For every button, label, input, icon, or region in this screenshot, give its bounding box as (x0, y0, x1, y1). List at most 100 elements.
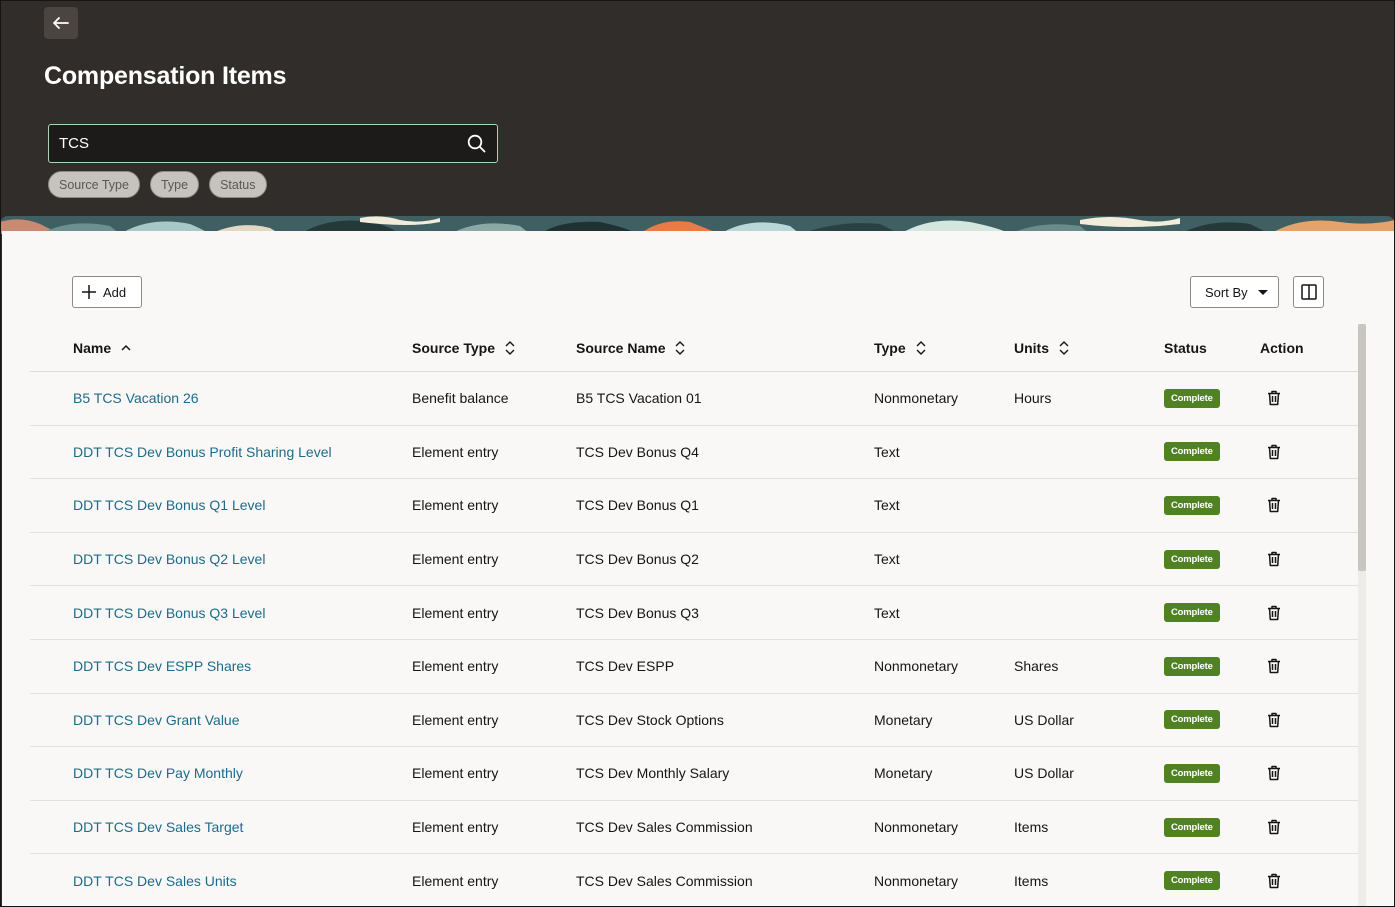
table-row: DDT TCS Dev Bonus Q1 Level Element entry T… (30, 479, 1358, 533)
status-cell: Complete (1164, 586, 1220, 639)
action-cell (1267, 586, 1281, 639)
column-header-source-type[interactable]: Source Type (412, 324, 515, 372)
units-cell: US Dollar (1014, 711, 1074, 728)
filter-chip-source-type[interactable]: Source Type (48, 171, 140, 198)
type-cell: Text (874, 604, 900, 621)
trash-icon[interactable] (1267, 551, 1281, 567)
type-cell: Nonmonetary (874, 872, 959, 889)
item-name-link[interactable]: DDT TCS Dev Sales Target (73, 801, 243, 854)
source-name-cell: B5 TCS Vacation 01 (576, 390, 702, 407)
trash-icon[interactable] (1267, 605, 1281, 621)
status-badge: Complete (1164, 871, 1220, 891)
item-name-link[interactable]: DDT TCS Dev Pay Monthly (73, 747, 243, 800)
item-name-link[interactable]: DDT TCS Dev Grant Value (73, 694, 240, 747)
trash-icon[interactable] (1267, 444, 1281, 460)
item-name-link[interactable]: DDT TCS Dev ESPP Shares (73, 640, 251, 693)
status-cell: Complete (1164, 747, 1220, 800)
trash-icon[interactable] (1267, 819, 1281, 835)
column-header-units[interactable]: Units (1014, 324, 1069, 372)
table-row: DDT TCS Dev Sales Target Element entry TCS… (30, 801, 1358, 855)
status-badge: Complete (1164, 495, 1220, 515)
source-type-cell: Element entry (412, 604, 499, 621)
status-cell: Complete (1164, 694, 1220, 747)
status-badge: Complete (1164, 656, 1220, 676)
trash-icon[interactable] (1267, 658, 1281, 674)
search-input[interactable] (59, 135, 465, 152)
sort-toggle-icon (505, 341, 515, 355)
units-cell: Shares (1014, 658, 1059, 675)
sort-by-dropdown[interactable]: Sort By (1190, 276, 1279, 308)
column-header-status: Status (1164, 340, 1207, 356)
action-cell (1267, 801, 1281, 854)
plus-icon (82, 285, 96, 299)
item-name-link[interactable]: DDT TCS Dev Sales Units (73, 854, 237, 907)
item-name-link[interactable]: DDT TCS Dev Bonus Q3 Level (73, 586, 265, 639)
status-badge: Complete (1164, 603, 1220, 623)
item-name-link[interactable]: B5 TCS Vacation 26 (73, 372, 199, 425)
source-name-cell: TCS Dev Bonus Q3 (576, 604, 699, 621)
source-name-cell: TCS Dev Bonus Q2 (576, 551, 699, 568)
trash-icon[interactable] (1267, 390, 1281, 406)
source-type-cell: Element entry (412, 819, 499, 836)
action-cell (1267, 479, 1281, 532)
filter-chip-status[interactable]: Status (209, 171, 267, 198)
item-name-link[interactable]: DDT TCS Dev Bonus Q1 Level (73, 479, 265, 532)
table-body: B5 TCS Vacation 26 Benefit balance B5 TCS … (30, 372, 1358, 907)
status-cell: Complete (1164, 479, 1220, 532)
status-badge: Complete (1164, 549, 1220, 569)
item-name-link[interactable]: DDT TCS Dev Bonus Q2 Level (73, 533, 265, 586)
table-header: Name Source Type Source Name Type Units … (30, 324, 1358, 372)
table-row: DDT TCS Dev Grant Value Element entry TCS … (30, 694, 1358, 748)
source-type-cell: Element entry (412, 658, 499, 675)
status-badge: Complete (1164, 817, 1220, 837)
table-row: DDT TCS Dev Bonus Q3 Level Element entry T… (30, 586, 1358, 640)
content-panel: Add Sort By Name Source Type Source Name (2, 231, 1394, 907)
action-cell (1267, 747, 1281, 800)
source-name-cell: TCS Dev Bonus Q4 (576, 443, 699, 460)
trash-icon[interactable] (1267, 497, 1281, 513)
action-cell (1267, 640, 1281, 693)
columns-view-button[interactable] (1293, 276, 1324, 308)
type-cell: Monetary (874, 765, 933, 782)
item-name-link[interactable]: DDT TCS Dev Bonus Profit Sharing Level (73, 426, 332, 479)
source-type-cell: Element entry (412, 497, 499, 514)
status-cell: Complete (1164, 801, 1220, 854)
table-row: DDT TCS Dev ESPP Shares Element entry TCS … (30, 640, 1358, 694)
source-type-cell: Benefit balance (412, 390, 509, 407)
column-header-source-name[interactable]: Source Name (576, 324, 685, 372)
columns-icon (1300, 284, 1317, 300)
type-cell: Text (874, 443, 900, 460)
sort-by-label: Sort By (1205, 284, 1248, 300)
add-button[interactable]: Add (72, 276, 142, 308)
table-row: DDT TCS Dev Pay Monthly Element entry TCS … (30, 747, 1358, 801)
type-cell: Nonmonetary (874, 819, 959, 836)
type-cell: Monetary (874, 711, 933, 728)
action-cell (1267, 372, 1281, 425)
type-cell: Nonmonetary (874, 658, 959, 675)
type-cell: Nonmonetary (874, 390, 959, 407)
trash-icon[interactable] (1267, 873, 1281, 889)
back-button[interactable] (44, 7, 78, 39)
source-name-cell: TCS Dev Bonus Q1 (576, 497, 699, 514)
filter-chip-type[interactable]: Type (149, 171, 200, 198)
status-badge: Complete (1164, 388, 1220, 408)
compensation-items-table: Name Source Type Source Name Type Units … (30, 324, 1358, 907)
caret-down-icon (1257, 289, 1268, 295)
trash-icon[interactable] (1267, 712, 1281, 728)
scrollbar-thumb[interactable] (1358, 324, 1366, 571)
column-header-name[interactable]: Name (73, 324, 131, 372)
table-row: DDT TCS Dev Bonus Profit Sharing Level El… (30, 426, 1358, 480)
status-cell: Complete (1164, 372, 1220, 425)
source-type-cell: Element entry (412, 765, 499, 782)
units-cell: US Dollar (1014, 765, 1074, 782)
trash-icon[interactable] (1267, 765, 1281, 781)
source-type-cell: Element entry (412, 443, 499, 460)
source-type-cell: Element entry (412, 551, 499, 568)
search-icon[interactable] (465, 133, 487, 155)
status-badge: Complete (1164, 763, 1220, 783)
type-cell: Text (874, 551, 900, 568)
column-header-type[interactable]: Type (874, 324, 926, 372)
search-field[interactable] (48, 124, 498, 163)
back-arrow-icon (53, 17, 69, 29)
column-header-action: Action (1260, 340, 1304, 356)
